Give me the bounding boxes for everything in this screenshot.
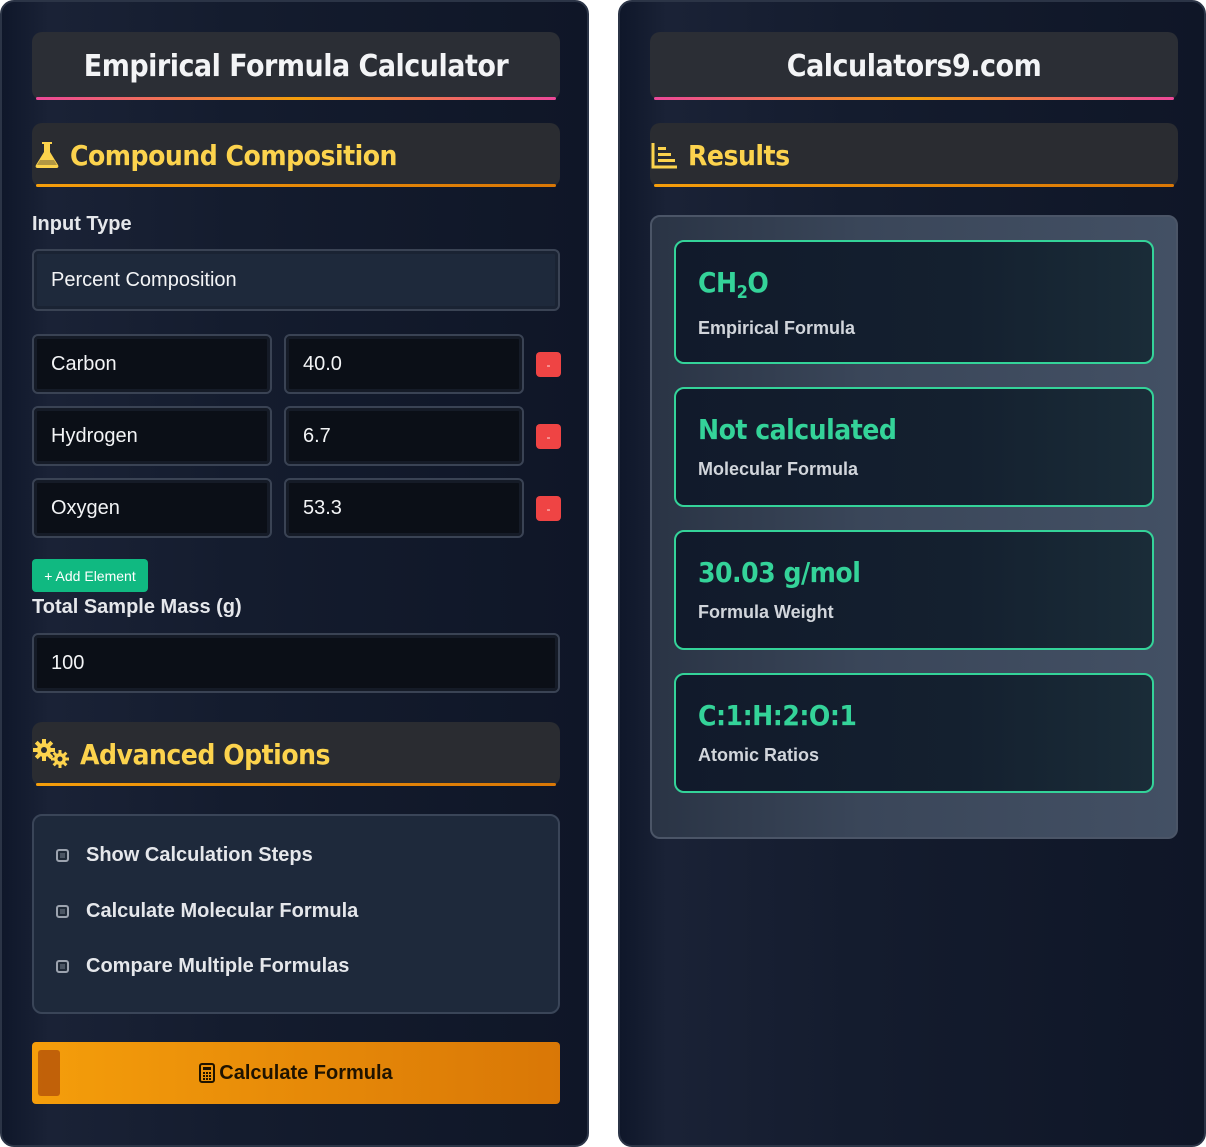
add-element-button[interactable]: + Add Element: [32, 559, 148, 592]
atomic-ratios-value: C:1:H:2:O:1: [698, 699, 857, 732]
checkbox[interactable]: [56, 960, 69, 973]
option-label: Compare Multiple Formulas: [86, 955, 350, 977]
element-percent-text: 53.3: [303, 496, 342, 519]
checkbox[interactable]: [56, 849, 69, 862]
composition-section-header: Compound Composition: [32, 123, 560, 187]
advanced-heading: Advanced Options: [80, 737, 331, 771]
element-name-input[interactable]: Oxygen: [32, 478, 272, 538]
results-section-header: Results: [650, 123, 1178, 187]
advanced-options-box: Show Calculation Steps Calculate Molecul…: [32, 814, 560, 1014]
option-compare-formulas[interactable]: Compare Multiple Formulas: [56, 955, 349, 978]
option-label: Show Calculation Steps: [86, 844, 313, 866]
element-percent-input[interactable]: 53.3: [284, 478, 524, 538]
results-panel: Calculators9.com Results CH2O Empirical …: [618, 0, 1206, 1147]
checkbox[interactable]: [56, 905, 69, 918]
remove-element-button[interactable]: -: [536, 496, 561, 521]
sample-mass-label: Total Sample Mass (g): [32, 596, 242, 618]
formula-weight-label: Formula Weight: [698, 602, 834, 622]
element-percent-text: 40.0: [303, 352, 342, 375]
option-molecular-formula[interactable]: Calculate Molecular Formula: [56, 900, 358, 923]
remove-element-button[interactable]: -: [536, 352, 561, 377]
element-name-text: Hydrogen: [51, 424, 138, 447]
molecular-formula-card: Not calculated Molecular Formula: [674, 387, 1154, 507]
element-name-input[interactable]: Hydrogen: [32, 406, 272, 466]
element-name-input[interactable]: Carbon: [32, 334, 272, 394]
option-show-steps[interactable]: Show Calculation Steps: [56, 844, 313, 867]
chart-icon: [650, 140, 680, 170]
atomic-ratios-label: Atomic Ratios: [698, 745, 820, 765]
empirical-formula-card: CH2O Empirical Formula: [674, 240, 1154, 364]
calculate-label: Calculate Formula: [219, 1061, 393, 1084]
gears-icon: [32, 739, 72, 769]
molecular-formula-label: Molecular Formula: [698, 459, 859, 479]
sample-mass-value: 100: [51, 651, 85, 674]
sample-mass-input[interactable]: 100: [32, 633, 560, 693]
calculator-panel: Empirical Formula Calculator Compound Co…: [0, 0, 589, 1147]
empirical-formula-label: Empirical Formula: [698, 318, 856, 338]
input-type-label: Input Type: [32, 213, 132, 235]
remove-element-button[interactable]: -: [536, 424, 561, 449]
option-label: Calculate Molecular Formula: [86, 900, 359, 922]
formula-weight-card: 30.03 g/mol Formula Weight: [674, 530, 1154, 650]
element-percent-input[interactable]: 6.7: [284, 406, 524, 466]
element-percent-input[interactable]: 40.0: [284, 334, 524, 394]
molecular-formula-value: Not calculated: [698, 413, 897, 446]
empirical-formula-value: CH2O: [698, 266, 769, 303]
input-type-select[interactable]: Percent Composition: [32, 249, 560, 311]
flask-icon: [32, 140, 62, 170]
element-percent-text: 6.7: [303, 424, 331, 447]
site-title: Calculators9.com: [650, 32, 1178, 100]
advanced-section-header: Advanced Options: [32, 722, 560, 786]
calculate-formula-button[interactable]: Calculate Formula: [32, 1042, 560, 1104]
calculator-title: Empirical Formula Calculator: [32, 32, 560, 100]
atomic-ratios-card: C:1:H:2:O:1 Atomic Ratios: [674, 673, 1154, 793]
results-heading: Results: [688, 138, 790, 172]
results-container: CH2O Empirical Formula Not calculated Mo…: [650, 215, 1178, 839]
element-name-text: Carbon: [51, 352, 117, 375]
calculator-icon: [199, 1063, 216, 1083]
input-type-value: Percent Composition: [51, 268, 237, 291]
composition-heading: Compound Composition: [70, 138, 397, 172]
element-name-text: Oxygen: [51, 496, 120, 519]
formula-weight-value: 30.03 g/mol: [698, 556, 861, 589]
